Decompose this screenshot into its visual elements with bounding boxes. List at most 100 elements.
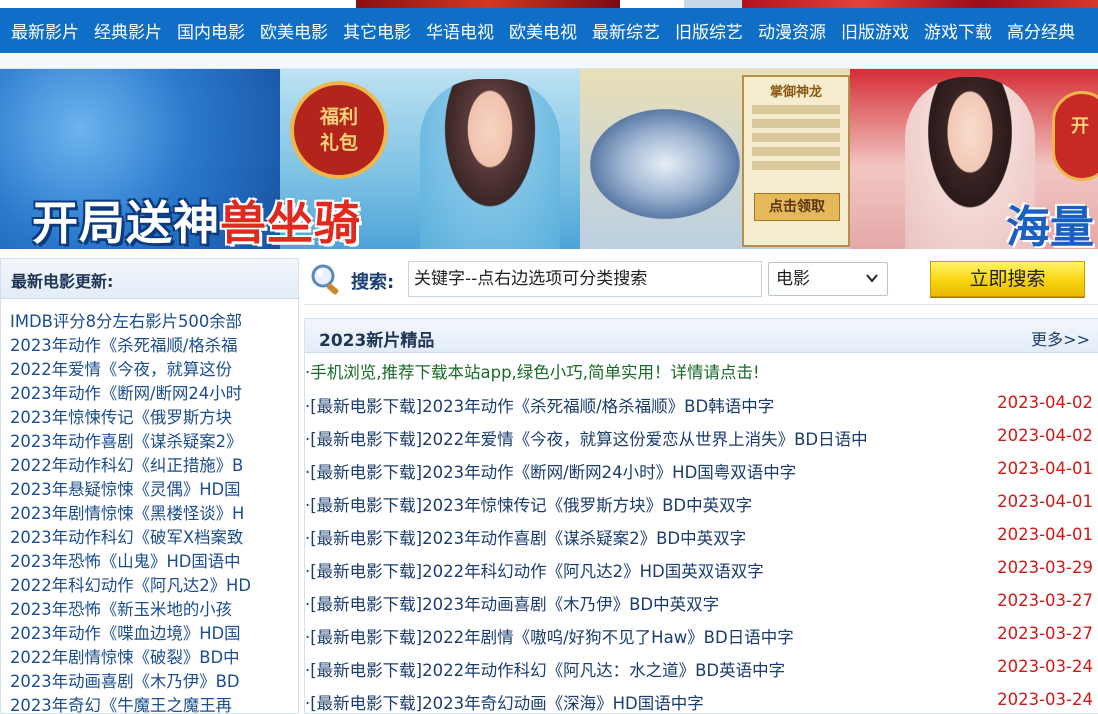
list-item: ·[最新电影下载]2023年奇幻动画《深海》HD国语中字 2023-03-24 (305, 688, 1098, 714)
search-bar: 搜索: 关键字--点右边选项可分类搜索 电影 立即搜索 (304, 253, 1098, 305)
nav-item[interactable]: 最新影片 (11, 18, 79, 43)
sidebar-link[interactable]: 2022年爱情《今夜，就算这份 (10, 358, 294, 382)
list-item: ·[最新电影下载]2023年动作《杀死福顺/格杀福顺》BD韩语中字 2023-0… (305, 391, 1098, 424)
sidebar-link[interactable]: 2022年动作科幻《纠正措施》B (10, 454, 294, 478)
latest-movies-sidebar: 最新电影更新: IMDB评分8分左右影片500余部 2023年动作《杀死福顺/格… (0, 258, 299, 714)
sidebar-link[interactable]: 2023年剧情惊悚《黑楼怪谈》H (10, 502, 294, 526)
movie-date: 2023-03-29 (997, 558, 1093, 577)
movie-date: 2023-04-02 (997, 426, 1093, 445)
movie-date: 2023-03-24 (997, 657, 1093, 676)
list-item: ·[最新电影下载]2023年动画喜剧《木乃伊》BD中英双字 2023-03-27 (305, 589, 1098, 622)
ad-strip-segment[interactable] (356, 0, 620, 8)
movie-date: 2023-04-02 (997, 393, 1093, 412)
nav-item[interactable]: 游戏下载 (924, 18, 992, 43)
search-button[interactable]: 立即搜索 (930, 261, 1085, 297)
sidebar-link[interactable]: 2023年动画喜剧《木乃伊》BD (10, 670, 294, 694)
ad-strip-segment[interactable] (684, 0, 742, 8)
nav-item[interactable]: 经典影片 (94, 18, 162, 43)
nav-subbar (0, 53, 1098, 69)
panel-claim-button[interactable]: 点击领取 (754, 193, 840, 221)
movie-link[interactable]: ·[最新电影下载]2022年动作科幻《阿凡达：水之道》BD英语中字 (305, 657, 785, 681)
banner-dragon-illustration (590, 109, 740, 219)
movie-list: ·[最新电影下载]2023年动作《杀死福顺/格杀福顺》BD韩语中字 2023-0… (305, 391, 1098, 714)
banner-slogan-right: 海量 (1006, 202, 1094, 249)
movie-link[interactable]: ·[最新电影下载]2023年惊悚传记《俄罗斯方块》BD中英双字 (305, 492, 752, 516)
app-promo-link[interactable]: ·手机浏览,推荐下载本站app,绿色小巧,简单实用！详情请点击! (305, 359, 760, 383)
sidebar-link[interactable]: 2023年动作《喋血边境》HD国 (10, 622, 294, 646)
movie-date: 2023-04-01 (997, 492, 1093, 511)
list-item: ·[最新电影下载]2022年剧情《嗷呜/好狗不见了Haw》BD日语中字 2023… (305, 622, 1098, 655)
list-item: ·[最新电影下载]2022年爱情《今夜，就算这份爱恋从世界上消失》BD日语中 2… (305, 424, 1098, 457)
list-item: ·[最新电影下载]2022年动作科幻《阿凡达：水之道》BD英语中字 2023-0… (305, 655, 1098, 688)
movie-link[interactable]: ·[最新电影下载]2023年奇幻动画《深海》HD国语中字 (305, 690, 704, 714)
movie-link[interactable]: ·[最新电影下载]2022年科幻动作《阿凡达2》HD国英双语双字 (305, 558, 764, 582)
nav-item[interactable]: 动漫资源 (758, 18, 826, 43)
search-icon (311, 264, 339, 295)
banner-side-badge: 开 (1052, 91, 1098, 181)
nav-item[interactable]: 其它电影 (343, 18, 411, 43)
movie-link[interactable]: ·[最新电影下载]2022年爱情《今夜，就算这份爱恋从世界上消失》BD日语中 (305, 426, 868, 450)
panel-line (752, 105, 840, 114)
chevron-down-icon (866, 274, 878, 283)
sidebar-link[interactable]: IMDB评分8分左右影片500余部 (10, 310, 294, 334)
search-input[interactable]: 关键字--点右边选项可分类搜索 (408, 261, 762, 297)
list-item: ·[最新电影下载]2023年动作喜剧《谋杀疑案2》BD中英双字 2023-04-… (305, 523, 1098, 556)
nav-item[interactable]: 最新综艺 (592, 18, 660, 43)
nav-item[interactable]: 华语电视 (426, 18, 494, 43)
banner-gift-badge: 福利 礼包 (290, 81, 388, 179)
panel-title: 掌御神龙 (769, 85, 822, 100)
sidebar-link[interactable]: 2022年剧情惊悚《破裂》BD中 (10, 646, 294, 670)
slogan-part-highlight: 兽坐骑 (220, 196, 361, 249)
movie-date: 2023-03-27 (997, 624, 1093, 643)
sidebar-link[interactable]: 2023年恐怖《新玉米地的小孩 (10, 598, 294, 622)
list-item: ·[最新电影下载]2023年惊悚传记《俄罗斯方块》BD中英双字 2023-04-… (305, 490, 1098, 523)
sidebar-heading: 最新电影更新: (1, 259, 298, 299)
panel-line (752, 161, 840, 170)
nav-item[interactable]: 欧美电视 (509, 18, 577, 43)
panel-title: 2023新片精品 (319, 331, 435, 351)
nav-item[interactable]: 欧美电影 (260, 18, 328, 43)
sidebar-link[interactable]: 2023年动作喜剧《谋杀疑案2》 (10, 430, 294, 454)
sidebar-link[interactable]: 2023年动作《杀死福顺/格杀福 (10, 334, 294, 358)
ad-banner[interactable]: 福利 礼包 掌御神龙 点击领取 开 开局送神兽坐骑 海量 (0, 69, 1098, 249)
movie-date: 2023-03-27 (997, 591, 1093, 610)
movie-link[interactable]: ·[最新电影下载]2023年动作《断网/断网24小时》HD国粤双语中字 (305, 459, 796, 483)
sidebar-link[interactable]: 2022年科幻动作《阿凡达2》HD (10, 574, 294, 598)
sidebar-link[interactable]: 2023年恐怖《山鬼》HD国语中 (10, 550, 294, 574)
list-item: ·[最新电影下载]2022年科幻动作《阿凡达2》HD国英双语双字 2023-03… (305, 556, 1098, 589)
movie-date: 2023-04-01 (997, 459, 1093, 478)
movie-link[interactable]: ·[最新电影下载]2023年动作喜剧《谋杀疑案2》BD中英双字 (305, 525, 746, 549)
sidebar-link[interactable]: 2023年悬疑惊悚《灵偶》HD国 (10, 478, 294, 502)
select-value: 电影 (776, 269, 810, 289)
movie-link[interactable]: ·[最新电影下载]2023年动作《杀死福顺/格杀福顺》BD韩语中字 (305, 393, 774, 417)
movie-link[interactable]: ·[最新电影下载]2023年动画喜剧《木乃伊》BD中英双字 (305, 591, 719, 615)
slogan-part: 开局送神 (32, 196, 220, 249)
main-nav: 最新影片 经典影片 国内电影 欧美电影 其它电影 华语电视 欧美电视 最新综艺 … (0, 8, 1098, 53)
sidebar-link[interactable]: 2023年惊悚传记《俄罗斯方块 (10, 406, 294, 430)
banner-game-panel: 掌御神龙 点击领取 (742, 75, 850, 247)
more-link[interactable]: 更多>> (1031, 326, 1090, 350)
new-movies-panel: 2023新片精品 更多>> ·手机浏览,推荐下载本站app,绿色小巧,简单实用！… (304, 318, 1098, 714)
banner-character-illustration (420, 79, 560, 249)
nav-item[interactable]: 高分经典 (1007, 18, 1075, 43)
panel-header: 2023新片精品 更多>> (305, 319, 1098, 353)
sidebar-link[interactable]: 2023年奇幻《牛魔王之魔王再 (10, 694, 294, 714)
movie-date: 2023-03-24 (997, 690, 1093, 709)
top-ad-strip (0, 0, 1098, 8)
nav-item[interactable]: 旧版游戏 (841, 18, 909, 43)
nav-item[interactable]: 国内电影 (177, 18, 245, 43)
movie-date: 2023-04-01 (997, 525, 1093, 544)
list-item: ·[最新电影下载]2023年动作《断网/断网24小时》HD国粤双语中字 2023… (305, 457, 1098, 490)
panel-line (752, 133, 840, 142)
sidebar-link[interactable]: 2023年动作《断网/断网24小时 (10, 382, 294, 406)
panel-line (752, 119, 840, 128)
search-label: 搜索: (351, 272, 395, 293)
badge-line: 福利 (319, 106, 358, 128)
sidebar-list: IMDB评分8分左右影片500余部 2023年动作《杀死福顺/格杀福 2022年… (1, 299, 298, 714)
movie-link[interactable]: ·[最新电影下载]2022年剧情《嗷呜/好狗不见了Haw》BD日语中字 (305, 624, 794, 648)
sidebar-link[interactable]: 2023年动作科幻《破军X档案致 (10, 526, 294, 550)
banner-slogan: 开局送神兽坐骑 (32, 187, 361, 249)
search-category-select[interactable]: 电影 (768, 262, 888, 296)
nav-item[interactable]: 旧版综艺 (675, 18, 743, 43)
ad-strip-segment[interactable] (742, 0, 1098, 8)
